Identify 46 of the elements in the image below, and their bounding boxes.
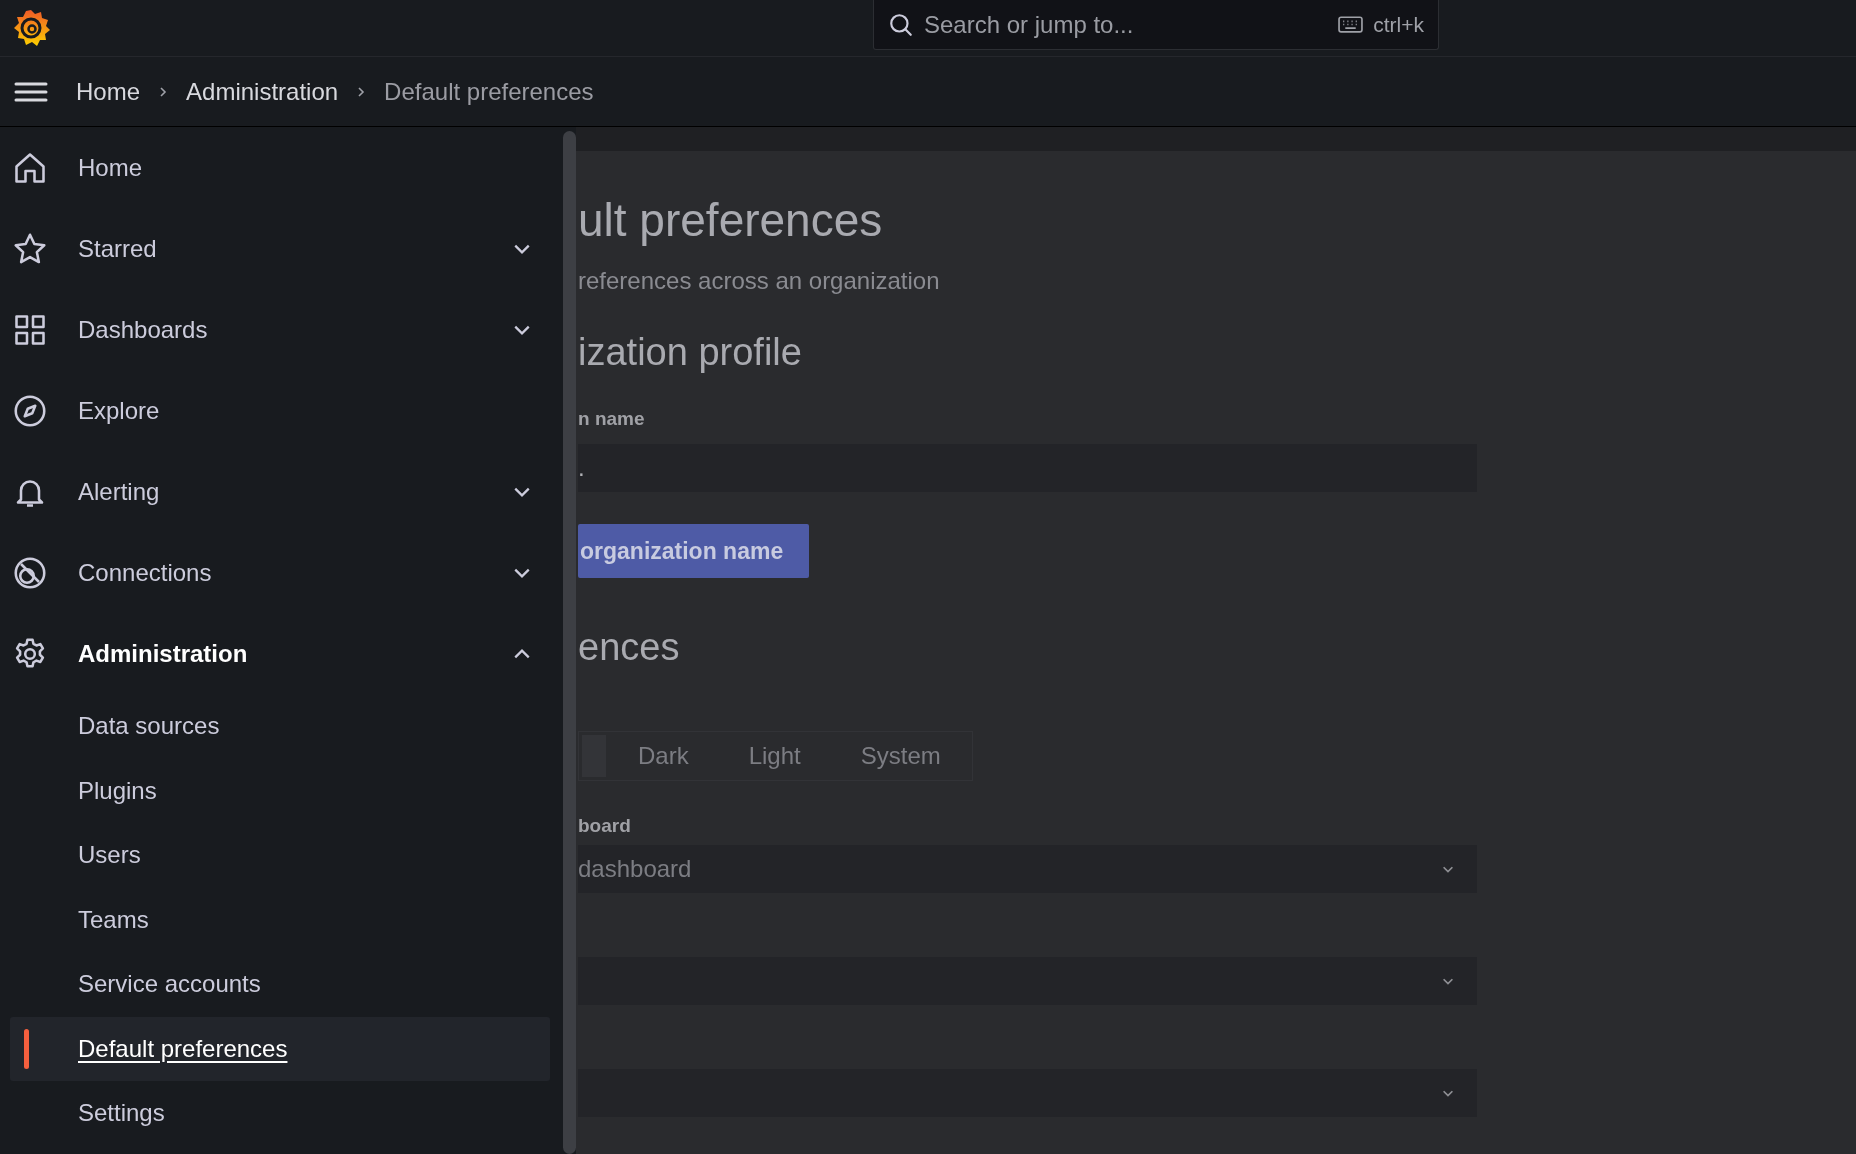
field-label: board [578,815,632,837]
chevron-down-icon[interactable] [513,485,531,498]
nav-item[interactable]: Explore [0,370,563,451]
shortcut-hint: ctrl+k [1373,12,1424,37]
nav-subitem[interactable]: Data sources [10,694,550,759]
nav-item[interactable]: Administration [0,613,563,694]
select-field[interactable] [578,1069,1477,1117]
chevron-down-icon [1441,1088,1455,1098]
input-field[interactable]: . [578,444,1477,492]
chevron-down-icon [1441,976,1455,986]
section-heading: ences [578,626,680,669]
nav-subitem[interactable]: Teams [10,887,550,952]
scrollbar[interactable] [563,131,576,1154]
chevron-up-icon[interactable] [513,647,531,660]
nav-item[interactable]: Connections [0,532,563,613]
search-field[interactable]: Search or jump to... ctrl+k [873,0,1439,50]
section-heading: ization profile [578,331,802,374]
breadcrumb-link[interactable]: Home [76,77,141,106]
active-indicator [24,1028,29,1069]
search-icon [888,11,914,38]
chevron-down-icon[interactable] [513,323,531,336]
breadcrumb-link[interactable]: Default preferences [384,77,594,106]
nav-item[interactable]: Alerting [0,451,563,532]
page-subtitle: references across an organization [578,267,940,295]
chevron-right-icon [356,84,367,99]
nav-item[interactable]: Home [0,127,563,208]
chevron-right-icon [158,84,169,99]
search-placeholder: Search or jump to... [924,10,1134,39]
breadcrumb-link[interactable]: Administration [186,77,339,106]
nav-subitem[interactable]: Service accounts [10,952,550,1017]
nav-subitem[interactable]: Default preferences [10,1016,550,1081]
field-label: n name [578,408,645,430]
nav-item[interactable]: Dashboards [0,289,563,370]
chevron-down-icon [1441,864,1455,874]
chevron-down-icon[interactable] [513,566,531,579]
keyboard-icon [1338,16,1364,33]
select-field[interactable] [578,957,1477,1005]
chevron-down-icon[interactable] [513,242,531,255]
nav-item[interactable]: Starred [0,208,563,289]
nav-subitem[interactable]: Settings [10,1081,550,1146]
select-field[interactable]: dashboard [578,845,1477,893]
menu-icon[interactable] [14,80,48,103]
nav-subitem[interactable]: Users [10,823,550,888]
update-button[interactable]: organization name [578,524,810,578]
page-title: ult preferences [578,193,883,247]
nav-subitem[interactable]: Plugins [10,758,550,823]
